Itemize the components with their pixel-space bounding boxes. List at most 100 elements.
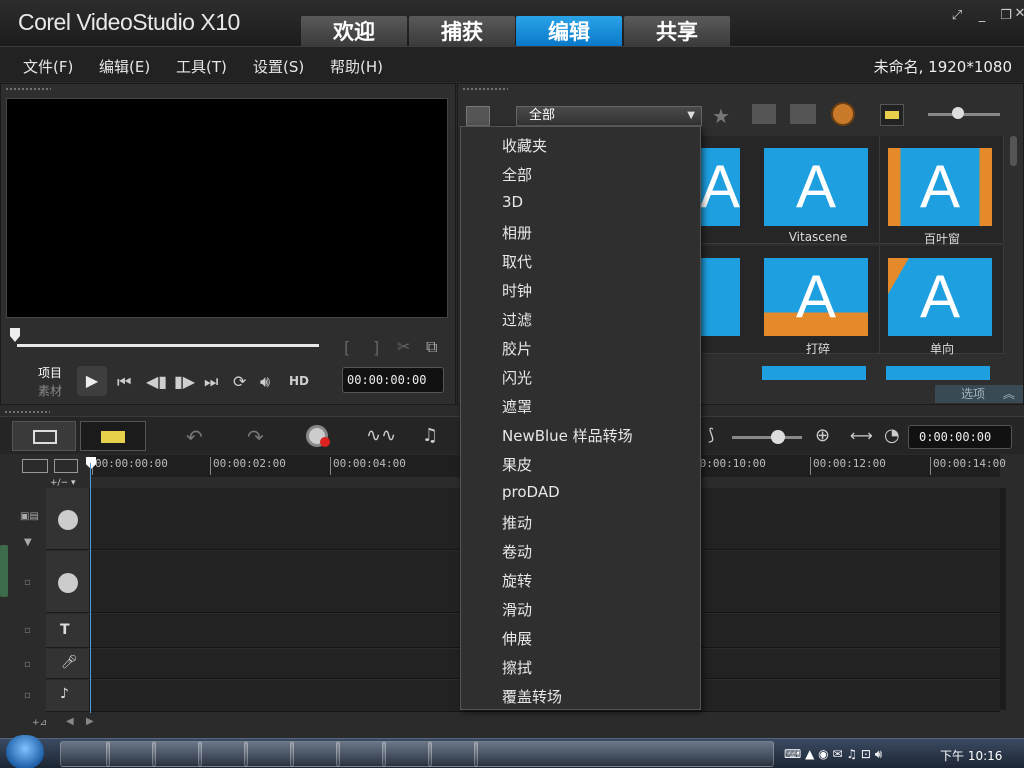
tab-welcome[interactable]: 欢迎 (301, 16, 407, 46)
fullscreen-icon[interactable]: ⤢ (947, 8, 967, 24)
dropdown-item-overlay[interactable]: 覆盖转场 (502, 686, 562, 707)
fit-project-icon[interactable]: ⟷ (850, 426, 873, 445)
video-app-icon[interactable] (428, 741, 478, 767)
dropdown-item-mask[interactable]: 遮罩 (502, 396, 532, 417)
music-track-head[interactable]: ♪ (46, 680, 90, 712)
dropdown-item-newblue[interactable]: NewBlue 样品转场 (502, 425, 633, 446)
enlarge-icon[interactable]: ⧉ (426, 337, 437, 357)
tray-icons[interactable]: ⌨ ▲ ◉ ✉ ♫ ⊡ 🔊︎ (784, 747, 882, 762)
dropdown-item-film[interactable]: 胶片 (502, 338, 532, 359)
explorer-icon[interactable] (60, 741, 110, 767)
panel-grip[interactable] (5, 87, 51, 92)
zoom-handle[interactable] (771, 430, 785, 444)
apply-random-icon[interactable] (752, 104, 776, 124)
overlay-track-head[interactable] (46, 551, 90, 613)
ie-icon[interactable] (152, 741, 202, 767)
editor-icon[interactable] (290, 741, 340, 767)
apply-current-icon[interactable] (790, 104, 816, 124)
start-button[interactable] (6, 735, 44, 768)
track-expand-icon[interactable]: +⊿ (32, 718, 47, 728)
dropdown-item-peel[interactable]: 果皮 (502, 454, 532, 475)
voice-track-head[interactable]: 🎤︎ (46, 649, 90, 679)
dropdown-item-slide[interactable]: 滑动 (502, 599, 532, 620)
redo-icon[interactable]: ↷ (247, 425, 264, 449)
library-scrollbar[interactable] (1010, 136, 1017, 166)
end-icon[interactable]: ⏭ (204, 372, 218, 392)
dropdown-item-prodad[interactable]: proDAD (502, 483, 560, 501)
scrub-handle[interactable] (10, 328, 20, 342)
zoom-slider[interactable] (732, 436, 802, 439)
category-select[interactable]: 全部 ▼ (516, 106, 702, 126)
add-to-favorites-icon[interactable]: ★ (712, 104, 730, 128)
timeline-timecode[interactable]: 0:00:00:00 (908, 425, 1012, 449)
duration-icon[interactable]: ◔ (884, 425, 900, 446)
rh-icon[interactable] (382, 741, 432, 767)
storyboard-view-button[interactable] (12, 421, 76, 451)
mode-project[interactable]: 项目 (38, 364, 62, 381)
close-icon[interactable]: ✕ (1010, 6, 1024, 22)
thumb-size-slider[interactable] (928, 113, 1000, 116)
menu-help[interactable]: 帮助(H) (330, 56, 383, 77)
sound-mixer-icon[interactable]: ∿∿ (366, 425, 396, 446)
dropdown-item-3d[interactable]: 3D (502, 193, 523, 211)
zoom-fit-icon[interactable]: ⟆ (708, 425, 714, 444)
next-frame-icon[interactable]: ▮▶ (174, 372, 195, 391)
mode-clip[interactable]: 素材 (38, 382, 62, 399)
auto-music-icon[interactable]: ♫ (422, 425, 438, 446)
chapter-point-icon[interactable] (54, 459, 78, 473)
side-handle[interactable] (0, 545, 8, 597)
dropdown-item-wipe[interactable]: 擦拭 (502, 657, 532, 678)
taskbar-clock[interactable]: 下午 10:16 (940, 747, 1002, 764)
dropdown-item-roll[interactable]: 卷动 (502, 541, 532, 562)
thumb-size-handle[interactable] (952, 107, 964, 119)
volume-icon[interactable]: 🔊︎ (260, 372, 270, 392)
dropdown-item-flash[interactable]: 闪光 (502, 367, 532, 388)
panel-grip[interactable] (462, 87, 508, 92)
view-toggle-icon[interactable] (880, 104, 904, 126)
dropdown-item-all[interactable]: 全部 (502, 164, 532, 185)
title-track-head[interactable]: T (46, 614, 90, 648)
wechat-icon[interactable] (244, 741, 294, 767)
active-app-button[interactable] (474, 741, 774, 767)
menu-edit[interactable]: 编辑(E) (99, 56, 150, 77)
panel-grip[interactable] (4, 410, 50, 415)
track-manager-icon[interactable] (22, 459, 48, 473)
mark-out-icon[interactable]: ] (373, 338, 379, 357)
dropdown-item-album[interactable]: 相册 (502, 222, 532, 243)
prev-frame-icon[interactable]: ◀▮ (146, 372, 167, 391)
tab-edit[interactable]: 编辑 (516, 16, 622, 46)
lock-icon[interactable]: ▫ (24, 577, 31, 588)
home-icon[interactable]: ⏮ (117, 372, 131, 392)
dropdown-item-push[interactable]: 推动 (502, 512, 532, 533)
app-icon[interactable] (198, 741, 248, 767)
zoom-in-icon[interactable]: ⊕ (815, 425, 830, 446)
scroll-left-icon[interactable]: ◀ (66, 716, 74, 727)
hd-button[interactable]: HD (289, 374, 309, 388)
media-player-icon[interactable] (106, 741, 156, 767)
notepad-icon[interactable] (336, 741, 386, 767)
menu-settings[interactable]: 设置(S) (253, 56, 304, 77)
menu-file[interactable]: 文件(F) (23, 56, 73, 77)
timeline-vscroll[interactable] (1000, 488, 1006, 710)
dropdown-item-filter[interactable]: 过滤 (502, 309, 532, 330)
scroll-right-icon[interactable]: ▶ (86, 716, 94, 727)
transition-thumb[interactable]: A Vitascene (756, 136, 880, 244)
timecode-field[interactable]: 00:00:00:00 (342, 367, 444, 393)
lock-icon[interactable]: ▫ (24, 659, 31, 670)
dropdown-item-clock[interactable]: 时钟 (502, 280, 532, 301)
repeat-icon[interactable]: ⟳ (233, 372, 246, 391)
video-track-head[interactable] (46, 488, 90, 550)
dropdown-item-rotate[interactable]: 旋转 (502, 570, 532, 591)
options-toggle[interactable]: 选项 ︽ (935, 385, 1023, 403)
library-manager-icon[interactable] (466, 106, 490, 126)
menu-tools[interactable]: 工具(T) (176, 56, 227, 77)
transition-thumb[interactable]: A 打碎 (756, 246, 880, 356)
get-more-icon[interactable] (831, 102, 855, 126)
tab-capture[interactable]: 捕获 (409, 16, 515, 46)
timeline-view-button[interactable] (80, 421, 146, 451)
track-visibility-icon[interactable]: ▣▤ (20, 511, 39, 522)
dropdown-item-replace[interactable]: 取代 (502, 251, 532, 272)
scrub-bar[interactable] (17, 344, 319, 347)
dropdown-item-favorites[interactable]: 收藏夹 (502, 135, 547, 156)
mark-in-icon[interactable]: [ (344, 338, 350, 357)
